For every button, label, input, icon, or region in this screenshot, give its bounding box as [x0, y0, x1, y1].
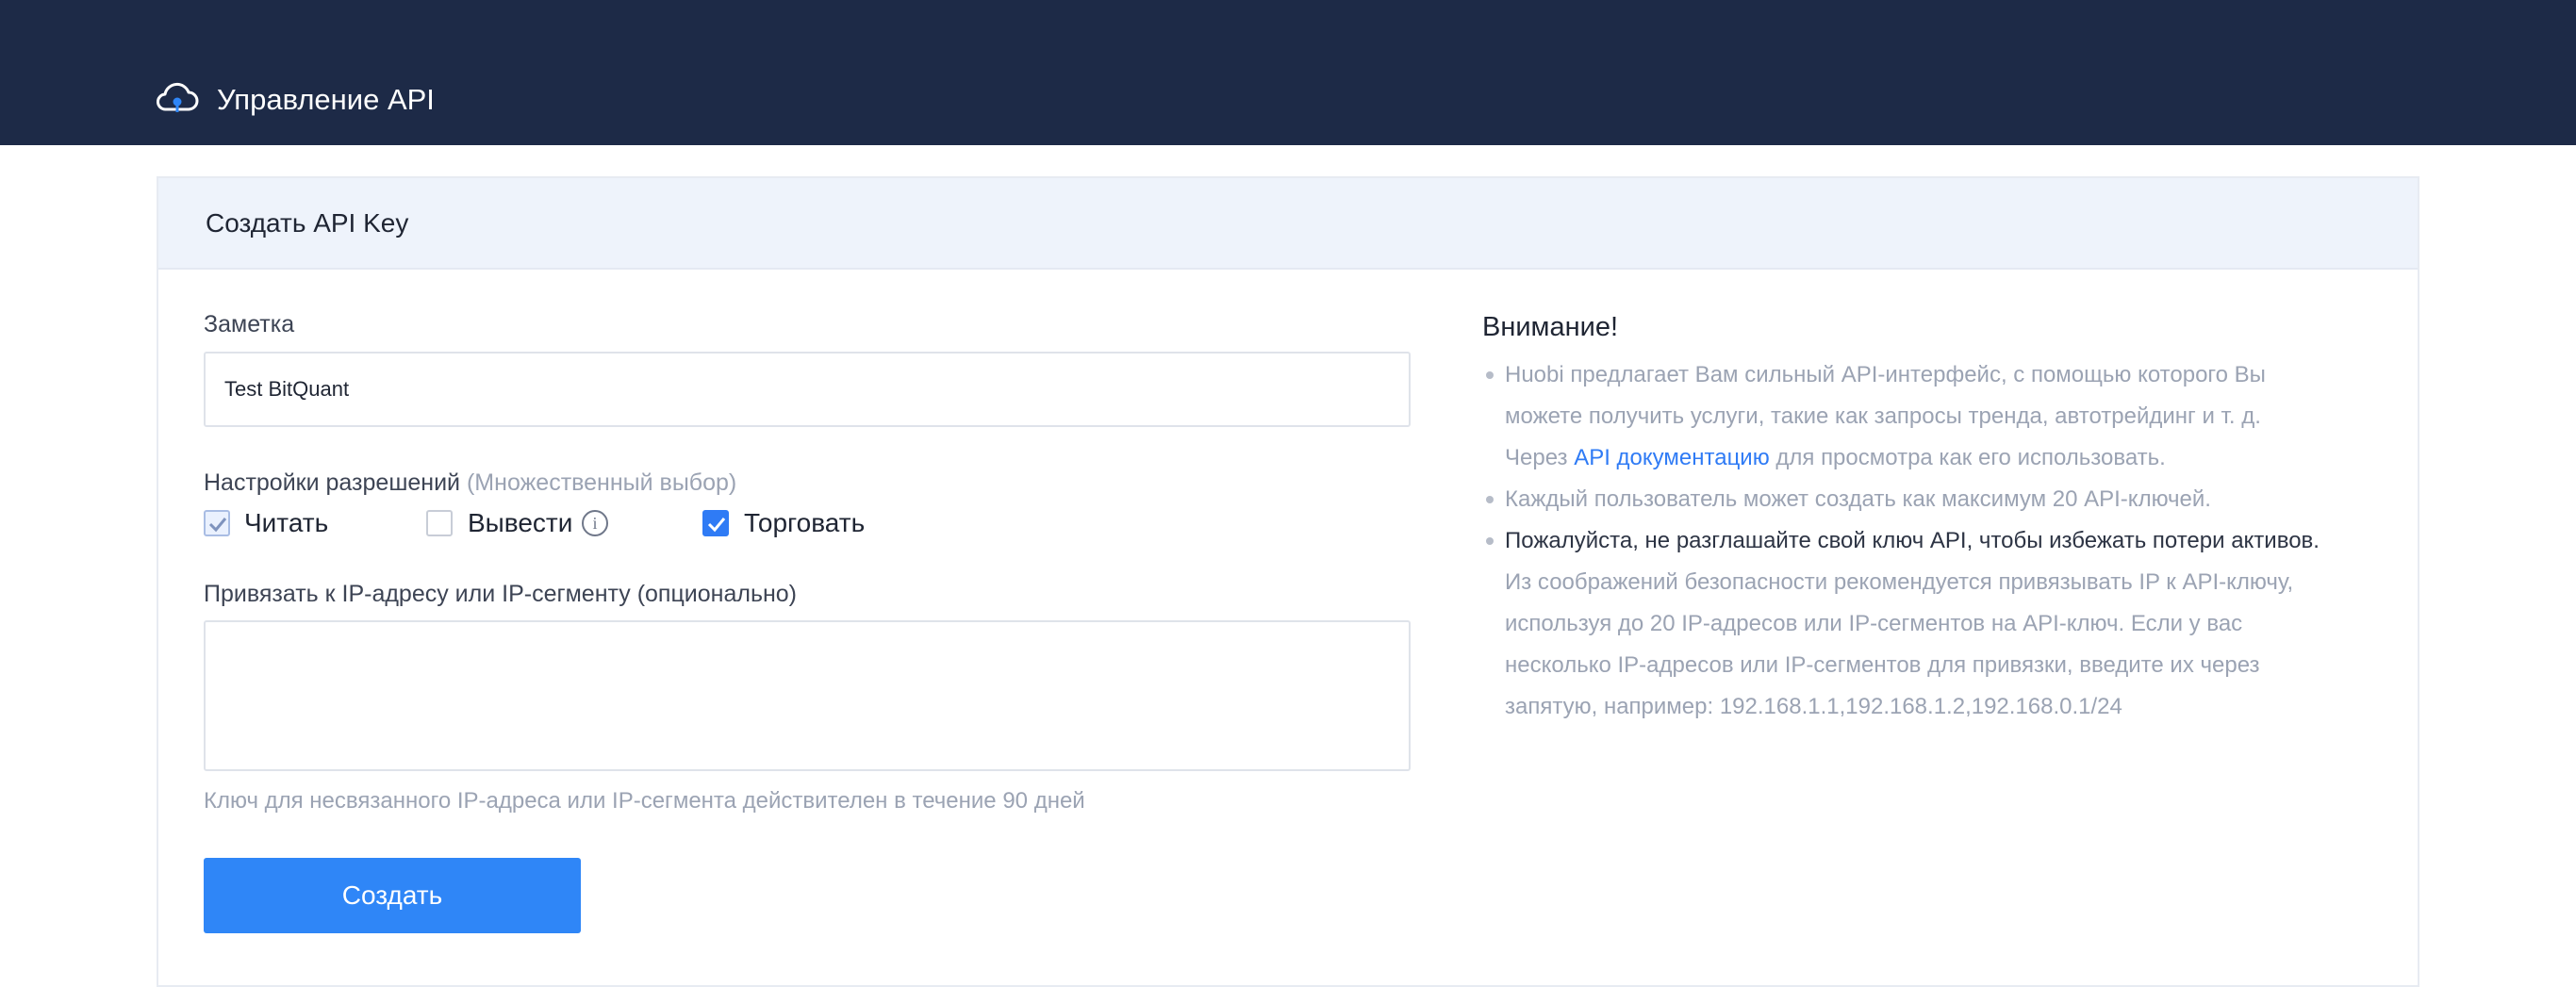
notice-item2: Каждый пользователь может создать как ма… [1505, 486, 2211, 512]
checkmark-icon [707, 518, 726, 533]
ip-binding-hint: Ключ для несвязанного IP-адреса или IP-с… [204, 788, 1085, 814]
permissions-sublabel: (Множественный выбор) [466, 469, 737, 496]
withdraw-checkbox[interactable] [426, 510, 453, 536]
notice-item1-line3: Через API документацию для просмотра как… [1505, 443, 2166, 473]
permissions-label-text: Настройки разрешений [204, 469, 461, 496]
trade-checkbox[interactable] [702, 510, 729, 536]
trade-checkbox-label[interactable]: Торговать [744, 506, 865, 540]
notice-item3-line2: Из соображений безопасности рекомендуетс… [1505, 569, 2294, 595]
withdraw-checkbox-label[interactable]: Вывести [468, 506, 572, 540]
page-title: Управление API [217, 83, 435, 116]
notice-item1-prefix: Через [1505, 445, 1568, 470]
create-button[interactable]: Создать [204, 858, 581, 933]
ip-binding-textarea[interactable] [204, 620, 1411, 771]
cloud-key-icon [157, 82, 199, 112]
read-checkbox-label[interactable]: Читать [244, 506, 328, 540]
read-checkbox[interactable] [204, 510, 230, 536]
info-icon[interactable]: i [582, 510, 608, 536]
notice-title: Внимание! [1482, 312, 1619, 342]
permissions-label: Настройки разрешений (Множественный выбо… [204, 468, 736, 498]
api-docs-link[interactable]: API документацию [1574, 445, 1770, 470]
note-label: Заметка [204, 311, 295, 337]
ip-binding-label: Привязать к IP-адресу или IP-сегменту (о… [204, 581, 798, 607]
notice-item3-line1: Пожалуйста, не разглашайте свой ключ API… [1505, 528, 2320, 553]
notice-item1-line2: можете получить услуги, такие как запрос… [1505, 403, 2261, 429]
notice-item1-line1: Huobi предлагает Вам сильный API-интерфе… [1505, 362, 2266, 387]
card-header: Создать API Key [158, 178, 2418, 270]
note-input[interactable] [204, 352, 1411, 427]
bullet-dot [1486, 537, 1494, 545]
checkmark-icon [208, 518, 227, 533]
bullet-dot [1486, 496, 1494, 503]
top-bar: Управление API [0, 0, 2576, 145]
bullet-dot [1486, 371, 1494, 379]
notice-item3-line3: используя до 20 IP-адресов или IP-сегмен… [1505, 611, 2243, 636]
card-title: Создать API Key [206, 208, 409, 238]
notice-item3-line5: запятую, например: 192.168.1.1,192.168.1… [1505, 694, 2122, 719]
notice-item1-suffix: для просмотра как его использовать. [1775, 445, 2166, 470]
notice-item3-line4: несколько IP-адресов или IP-сегментов дл… [1505, 652, 2260, 678]
